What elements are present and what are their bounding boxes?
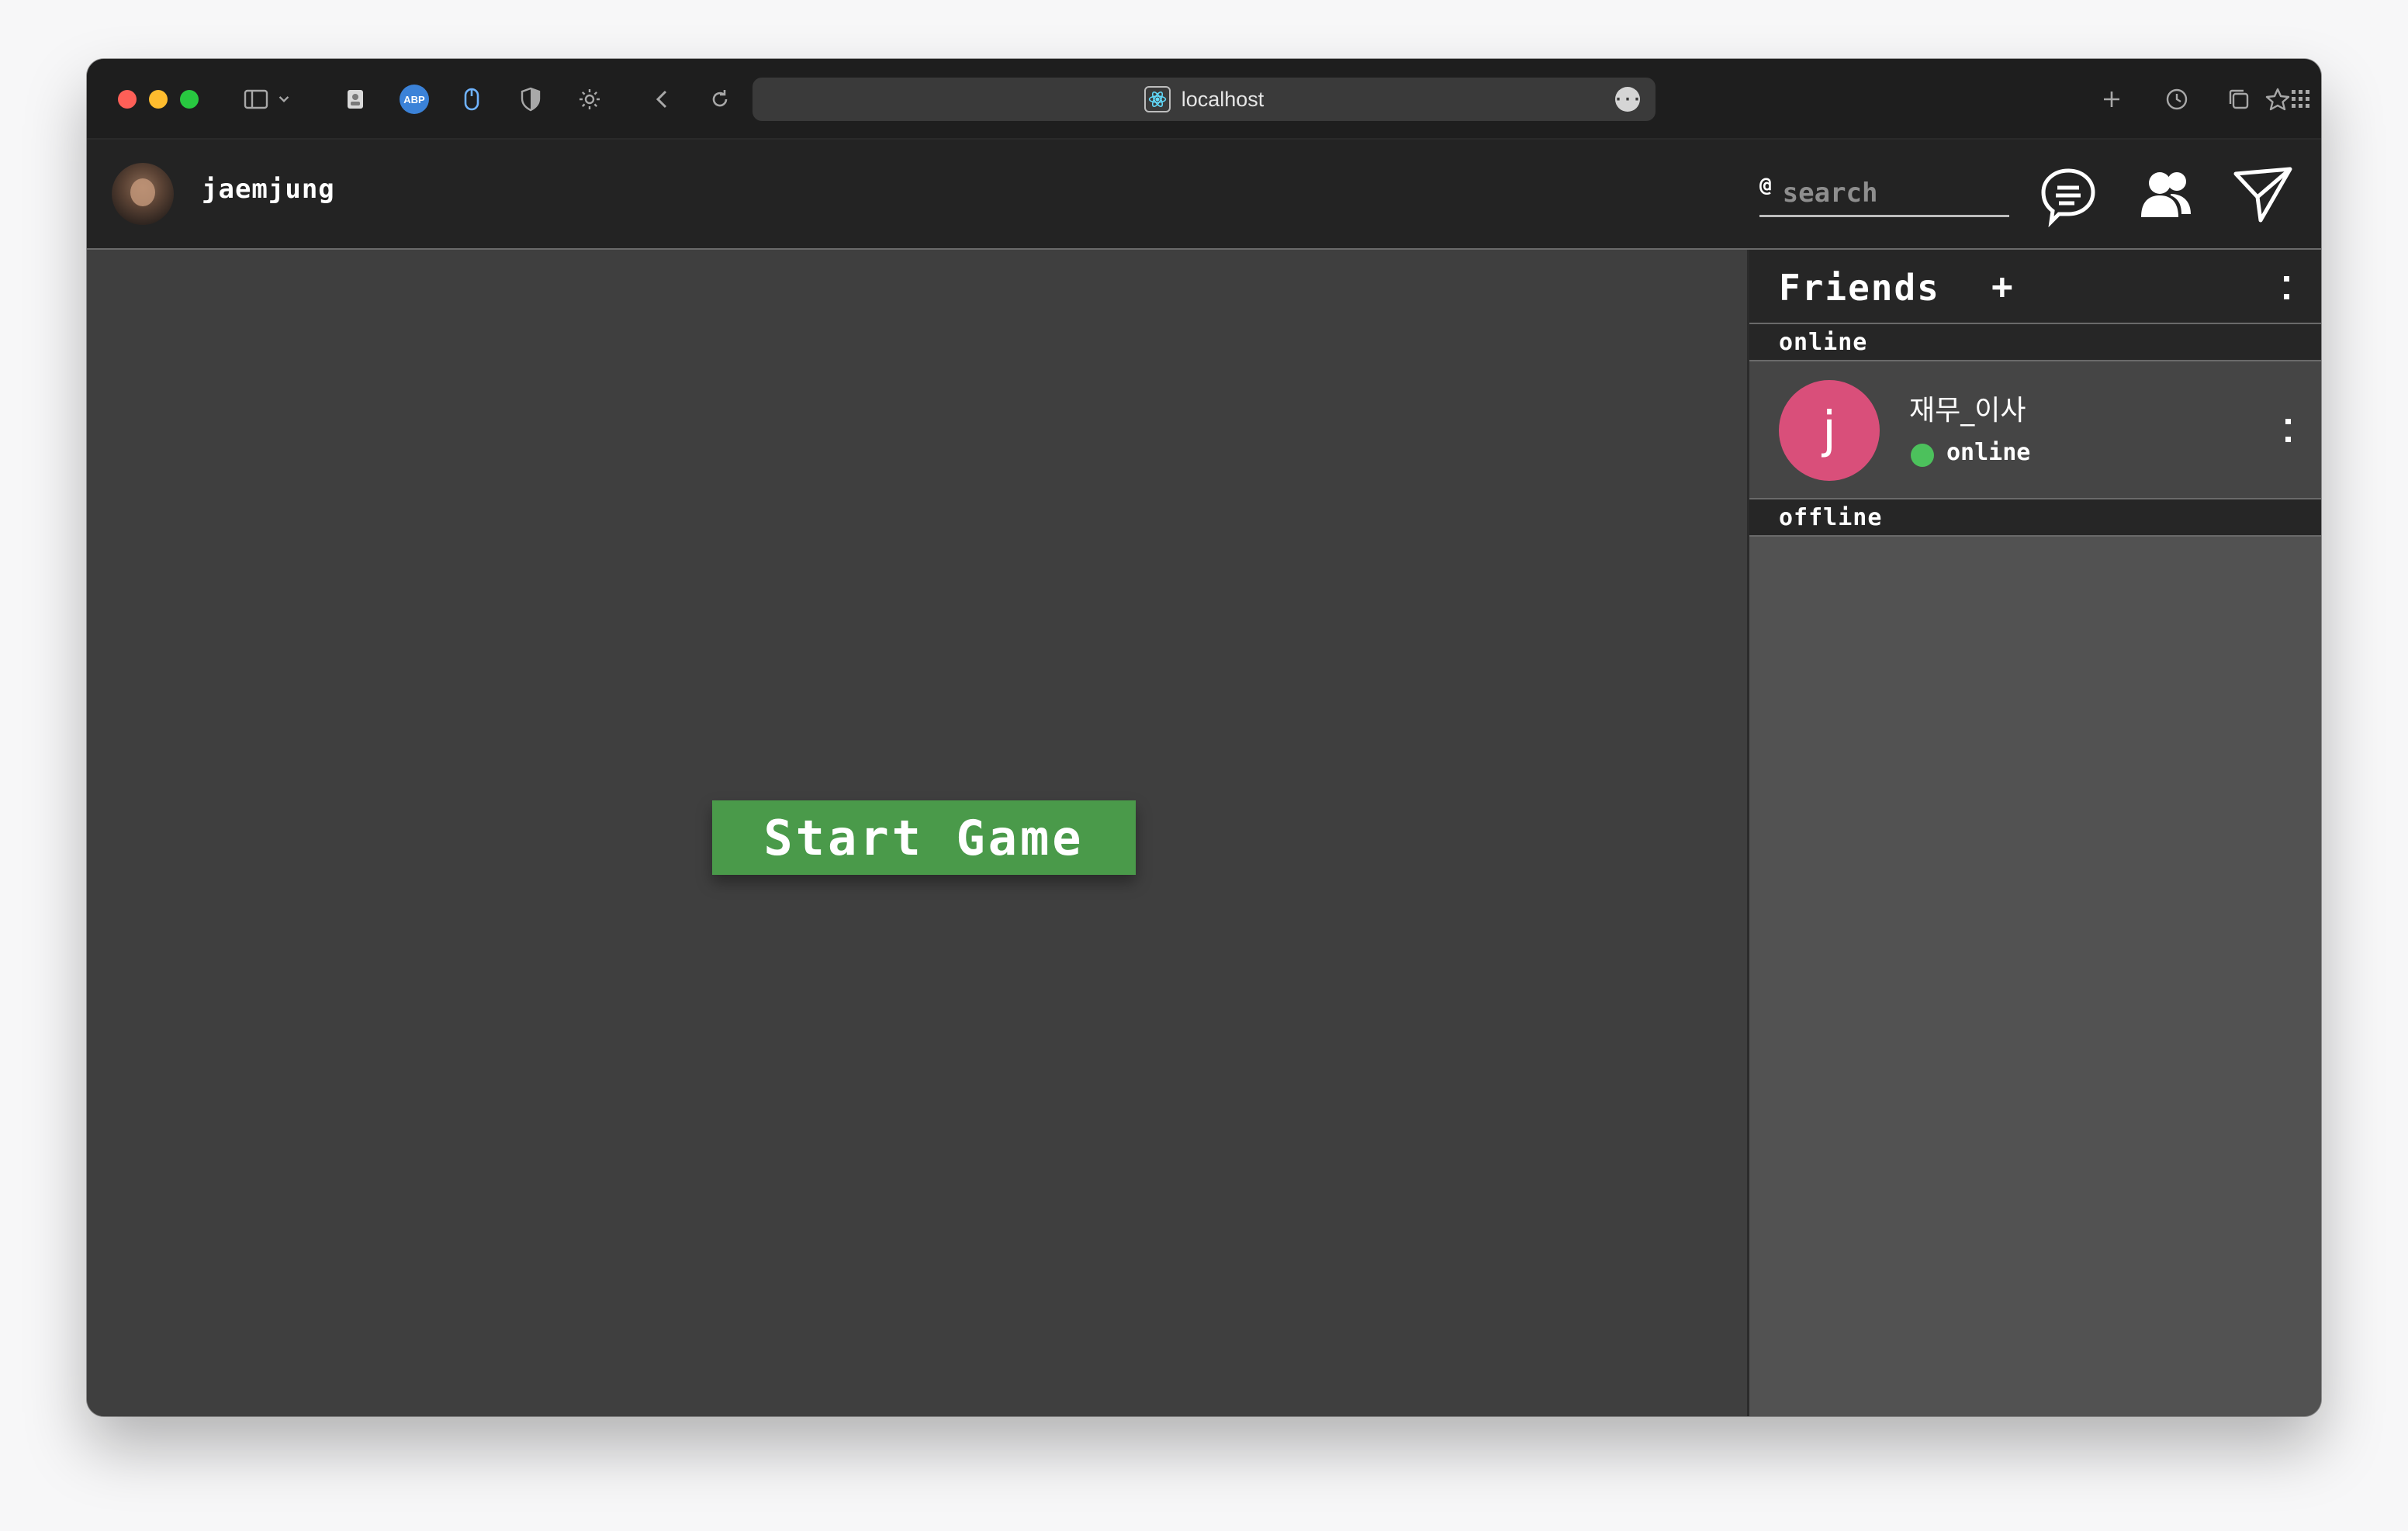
friend-status: online xyxy=(1946,439,2031,466)
online-status-dot xyxy=(1911,444,1934,467)
reload-icon[interactable] xyxy=(703,82,737,116)
friend-avatar: j xyxy=(1779,380,1880,481)
friends-title: Friends xyxy=(1779,267,1940,309)
maximize-window-button[interactable] xyxy=(180,90,199,109)
chat-icon[interactable] xyxy=(2033,160,2104,231)
sidebar-toggle-icon[interactable] xyxy=(239,82,273,116)
adblock-extension-icon[interactable]: ABP xyxy=(397,82,431,116)
game-area: Start Game xyxy=(87,250,1747,1416)
adblock-label: ABP xyxy=(400,85,429,114)
online-section-header: online xyxy=(1749,324,2321,361)
url-text: localhost xyxy=(1181,87,1265,111)
close-window-button[interactable] xyxy=(118,90,137,109)
address-bar[interactable]: localhost ··· xyxy=(752,78,1656,121)
friends-menu-icon[interactable] xyxy=(2280,276,2292,299)
gear-icon[interactable] xyxy=(573,82,607,116)
new-tab-icon[interactable] xyxy=(2095,82,2129,116)
contacts-extension-icon[interactable] xyxy=(338,82,372,116)
friends-header: Friends + xyxy=(1749,250,2321,324)
more-options-icon[interactable]: ··· xyxy=(1614,87,1642,112)
star-icon[interactable] xyxy=(2261,82,2295,116)
browser-toolbar: ABP localhost ··· xyxy=(87,59,2321,140)
start-game-button[interactable]: Start Game xyxy=(712,800,1136,875)
minimize-window-button[interactable] xyxy=(149,90,168,109)
mouse-extension-icon[interactable] xyxy=(455,82,489,116)
add-friend-button[interactable]: + xyxy=(1991,265,2013,307)
react-favicon-icon xyxy=(1143,86,1171,112)
tabs-overview-icon[interactable] xyxy=(2222,82,2256,116)
friends-sidebar: Friends + online j 재무_이사 online offline xyxy=(1747,250,2321,1416)
at-icon: @ xyxy=(1759,173,1772,197)
friends-icon[interactable] xyxy=(2130,160,2202,231)
app-header: jaemjung @ xyxy=(87,140,2321,250)
shield-icon[interactable] xyxy=(514,82,548,116)
friend-menu-icon[interactable] xyxy=(2282,419,2294,442)
send-icon[interactable] xyxy=(2226,160,2298,231)
browser-window: ABP localhost ··· jaemjung @ search Star… xyxy=(87,59,2321,1416)
user-search: @ xyxy=(1759,171,2009,217)
search-input[interactable] xyxy=(1782,177,1984,209)
offline-section-label: offline xyxy=(1779,504,1883,531)
username[interactable]: jaemjung xyxy=(202,174,335,205)
chevron-down-icon[interactable] xyxy=(273,82,295,116)
offline-section-header: offline xyxy=(1749,499,2321,537)
online-section-label: online xyxy=(1779,329,1868,356)
user-avatar[interactable] xyxy=(112,163,174,225)
back-icon[interactable] xyxy=(645,82,680,116)
friend-item[interactable]: j 재무_이사 online xyxy=(1749,361,2321,499)
friend-name: 재무_이사 xyxy=(1909,395,2026,427)
history-icon[interactable] xyxy=(2160,82,2194,116)
